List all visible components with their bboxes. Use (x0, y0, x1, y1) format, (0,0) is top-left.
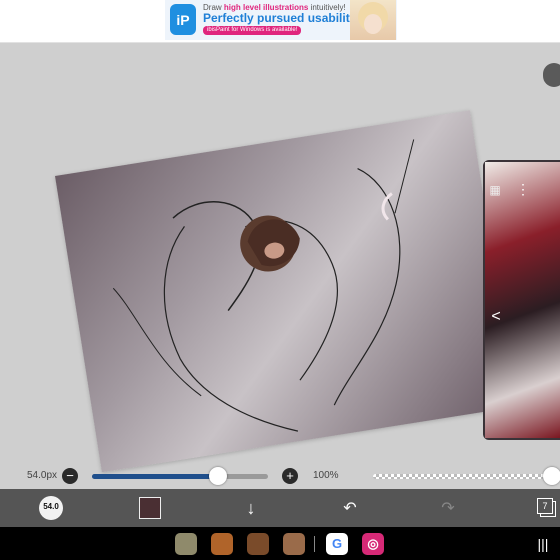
ad-character-image (350, 0, 396, 40)
ibispaint-logo-icon: iP (170, 4, 196, 35)
brush-size-slider[interactable] (92, 474, 268, 479)
brush-size-decrease-button[interactable]: − (62, 468, 78, 484)
redo-icon[interactable]: ↷ (437, 489, 459, 527)
color-swatch (139, 497, 161, 519)
game-app-icon-4[interactable] (283, 533, 305, 555)
opacity-value: 100% (313, 470, 339, 481)
brush-size-fill (92, 474, 216, 479)
artwork-lineart (112, 139, 415, 432)
game-app-icon-2[interactable] (211, 533, 233, 555)
brush-size-slider-handle[interactable] (209, 467, 227, 485)
ad-banner[interactable]: iP Draw high level illustrations intuiti… (0, 0, 560, 43)
reference-image (485, 162, 560, 438)
recent-apps-button[interactable]: ||| (535, 533, 551, 555)
ad-subline: ibisPaint for Windows is available! (203, 26, 302, 35)
dock-separator (314, 536, 315, 552)
layer-count: 7 (537, 498, 553, 514)
undo-icon[interactable]: ↶ (339, 489, 361, 527)
bottom-toolbar (0, 489, 560, 527)
opacity-slider-handle[interactable] (543, 467, 560, 485)
toggle-panel-button[interactable] (543, 63, 560, 87)
layers-button[interactable]: 7 (537, 489, 557, 527)
reference-window[interactable] (483, 160, 560, 440)
instagram-icon[interactable]: ◎ (362, 533, 384, 555)
brush-size-value: 54.0px (27, 470, 58, 481)
reference-menu-icon[interactable]: ⋮ (516, 180, 530, 198)
ad-headline: Perfectly pursued usability! (203, 11, 361, 25)
system-navigation-bar (0, 527, 560, 560)
opacity-slider[interactable] (373, 474, 551, 479)
drawing-canvas[interactable] (55, 110, 517, 473)
brush-size-increase-button[interactable]: + (282, 468, 298, 484)
game-app-icon-3[interactable] (247, 533, 269, 555)
google-icon[interactable]: G (326, 533, 348, 555)
brush-size-badge: 54.0 (43, 502, 59, 511)
brush-tool-button[interactable]: 54.0 (38, 489, 64, 527)
color-picker-button[interactable] (138, 489, 162, 527)
reference-collapse-icon[interactable]: < (488, 305, 504, 329)
brush-icon: 54.0 (39, 496, 63, 520)
down-arrow-icon[interactable]: ↓ (240, 489, 262, 527)
game-app-icon-1[interactable] (175, 533, 197, 555)
reference-layer-icon[interactable]: ▦ (487, 182, 503, 198)
